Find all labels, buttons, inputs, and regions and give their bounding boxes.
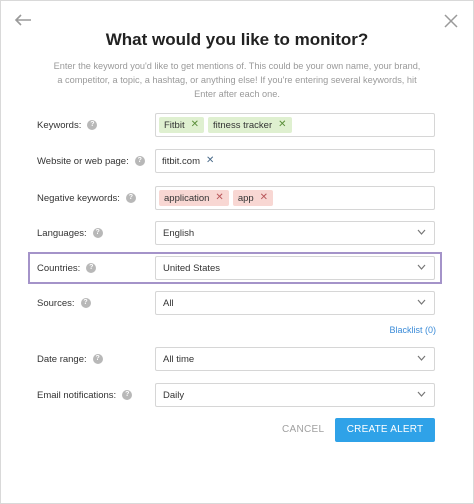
create-alert-button[interactable]: CREATE ALERT [335, 418, 435, 442]
chevron-down-icon [417, 264, 426, 270]
x-icon[interactable]: ✕ [206, 156, 214, 166]
website-row: Website or web page:? fitbit.com ✕ [37, 149, 437, 173]
languages-row: Languages:? English [37, 221, 437, 245]
x-icon[interactable]: ✕ [191, 120, 199, 130]
x-icon[interactable]: ✕ [278, 120, 286, 130]
back-arrow-icon[interactable] [14, 13, 32, 27]
keywords-input[interactable]: Fitbit ✕ fitness tracker ✕ [155, 113, 435, 137]
cancel-button[interactable]: CANCEL [282, 424, 324, 435]
negative-keywords-row: Negative keywords:? application ✕ app ✕ [37, 186, 437, 210]
dialog-subtitle: Enter the keyword you'd like to get ment… [53, 61, 421, 99]
countries-label: Countries:? [37, 256, 97, 280]
question-mark-icon[interactable]: ? [125, 193, 136, 203]
date-range-select[interactable]: All time [155, 347, 435, 371]
x-icon[interactable]: ✕ [215, 193, 223, 203]
chevron-down-icon [417, 355, 426, 361]
keywords-row: Keywords:? Fitbit ✕ fitness tracker ✕ [37, 113, 437, 137]
countries-row: Countries:? United States [37, 256, 437, 280]
question-mark-icon[interactable]: ? [87, 120, 98, 130]
negative-keyword-chip: app ✕ [232, 190, 274, 206]
website-input[interactable]: fitbit.com ✕ [155, 149, 435, 173]
sources-row: Sources:? All [37, 291, 437, 315]
question-mark-icon[interactable]: ? [134, 156, 145, 166]
chevron-down-icon [417, 391, 426, 397]
countries-select[interactable]: United States [155, 256, 435, 280]
question-mark-icon[interactable]: ? [92, 228, 103, 238]
sources-select[interactable]: All [155, 291, 435, 315]
negative-keywords-input[interactable]: application ✕ app ✕ [155, 186, 435, 210]
email-notifications-select[interactable]: Daily [155, 383, 435, 407]
x-icon[interactable]: ✕ [260, 193, 268, 203]
keyword-chip: Fitbit ✕ [159, 117, 204, 133]
sources-label: Sources:? [37, 291, 91, 315]
question-mark-icon[interactable]: ? [92, 354, 103, 364]
date-range-label: Date range:? [37, 347, 103, 371]
languages-label: Languages:? [37, 221, 103, 245]
languages-select[interactable]: English [155, 221, 435, 245]
chevron-down-icon [417, 299, 426, 305]
email-notifications-label: Email notifications:? [37, 383, 133, 407]
dialog-title: What would you like to monitor? [105, 30, 369, 49]
blacklist-link[interactable]: Blacklist (0) [389, 325, 436, 335]
question-mark-icon[interactable]: ? [122, 390, 133, 400]
chevron-down-icon [417, 229, 426, 235]
keywords-label: Keywords:? [37, 113, 98, 137]
negative-keywords-label: Negative keywords:? [37, 186, 136, 210]
negative-keyword-chip: application ✕ [159, 190, 229, 206]
email-notifications-row: Email notifications:? Daily [37, 383, 437, 407]
close-icon[interactable] [444, 14, 458, 28]
question-mark-icon[interactable]: ? [86, 263, 97, 273]
question-mark-icon[interactable]: ? [80, 298, 91, 308]
keyword-chip: fitness tracker ✕ [207, 117, 292, 133]
website-label: Website or web page:? [37, 149, 145, 173]
date-range-row: Date range:? All time [37, 347, 437, 371]
website-chip: fitbit.com ✕ [162, 155, 215, 167]
